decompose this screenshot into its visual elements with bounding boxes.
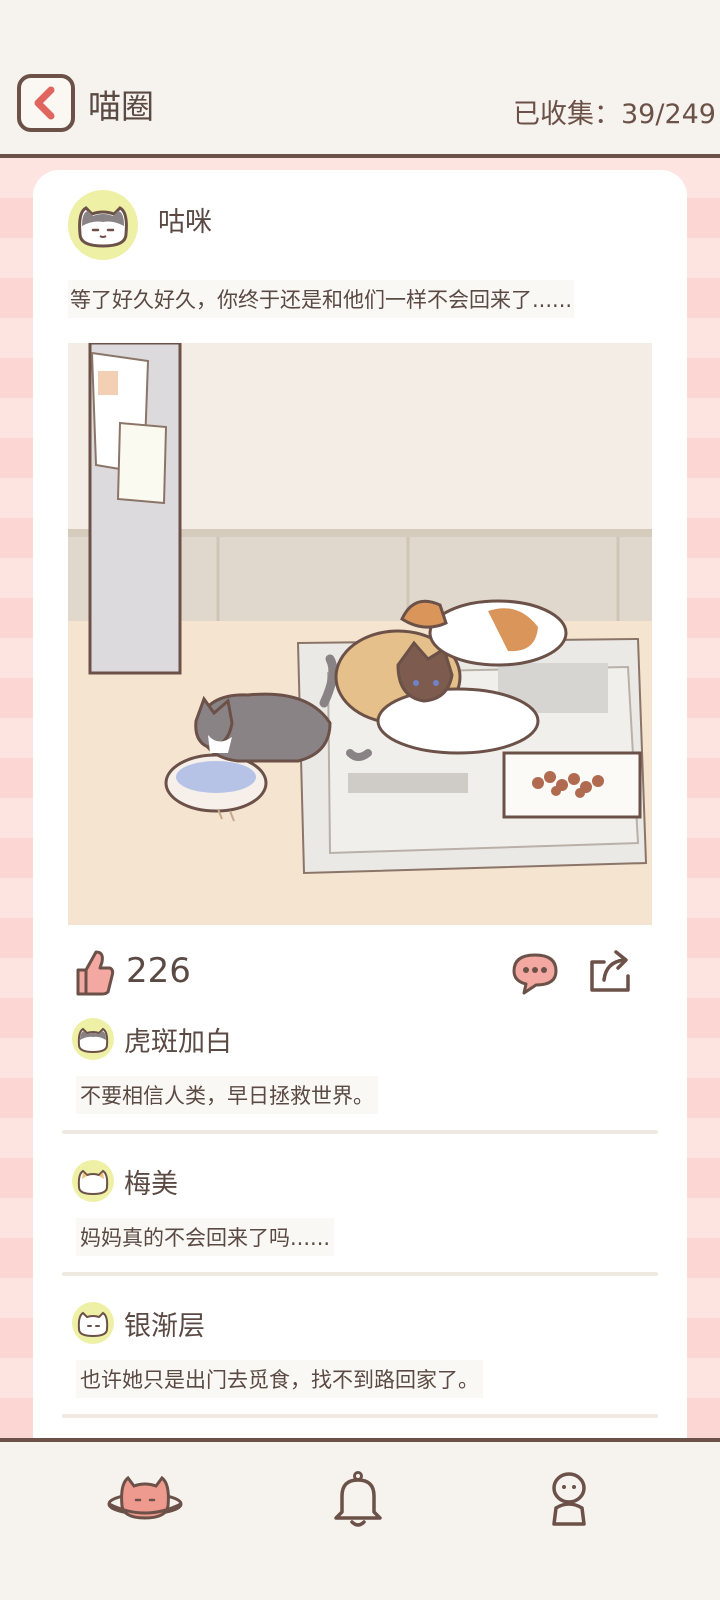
share-icon[interactable] [586,946,634,996]
chevron-left-icon [34,86,55,120]
post-text: 等了好久好久，你终于还是和他们一样不会回来了...... [68,280,575,318]
commenter-avatar[interactable] [72,1160,114,1202]
commenter-name[interactable]: 梅美 [124,1162,178,1201]
comment-text: 妈妈真的不会回来了吗...... [76,1218,335,1256]
top-bar: 喵圈 已收集：39/249 [0,0,720,158]
cat-avatar-icon [77,1027,109,1054]
commenter-name[interactable]: 银渐层 [124,1304,205,1343]
divider [62,1414,658,1418]
comment-text: 也许她只是出门去觅食，找不到路回家了。 [76,1360,483,1398]
commenter-avatar[interactable] [72,1018,114,1060]
collection-counter: 已收集：39/249 [513,92,716,131]
like-count: 226 [126,951,191,991]
profile-icon[interactable] [544,1470,594,1530]
cat-planet-icon[interactable] [106,1470,184,1526]
cat-avatar-icon [77,1311,109,1338]
counter-value: 39/249 [621,99,716,130]
post-author-name[interactable]: 咕咪 [158,200,212,239]
bell-icon[interactable] [330,1470,386,1530]
cat-avatar-icon [78,206,128,248]
page-title: 喵圈 [88,87,154,126]
bottom-tab-bar [0,1438,720,1600]
commenter-avatar[interactable] [72,1302,114,1344]
divider [62,1130,658,1134]
like-icon[interactable] [72,948,116,998]
post-image[interactable] [68,343,652,925]
commenter-name[interactable]: 虎斑加白 [124,1020,232,1059]
comment-icon[interactable] [508,951,562,997]
counter-label: 已收集： [513,99,621,130]
comment-text: 不要相信人类，早日拯救世界。 [76,1076,378,1114]
divider [62,1272,658,1276]
author-avatar[interactable] [68,190,138,260]
back-button[interactable] [17,74,75,132]
cat-avatar-icon [77,1169,109,1196]
